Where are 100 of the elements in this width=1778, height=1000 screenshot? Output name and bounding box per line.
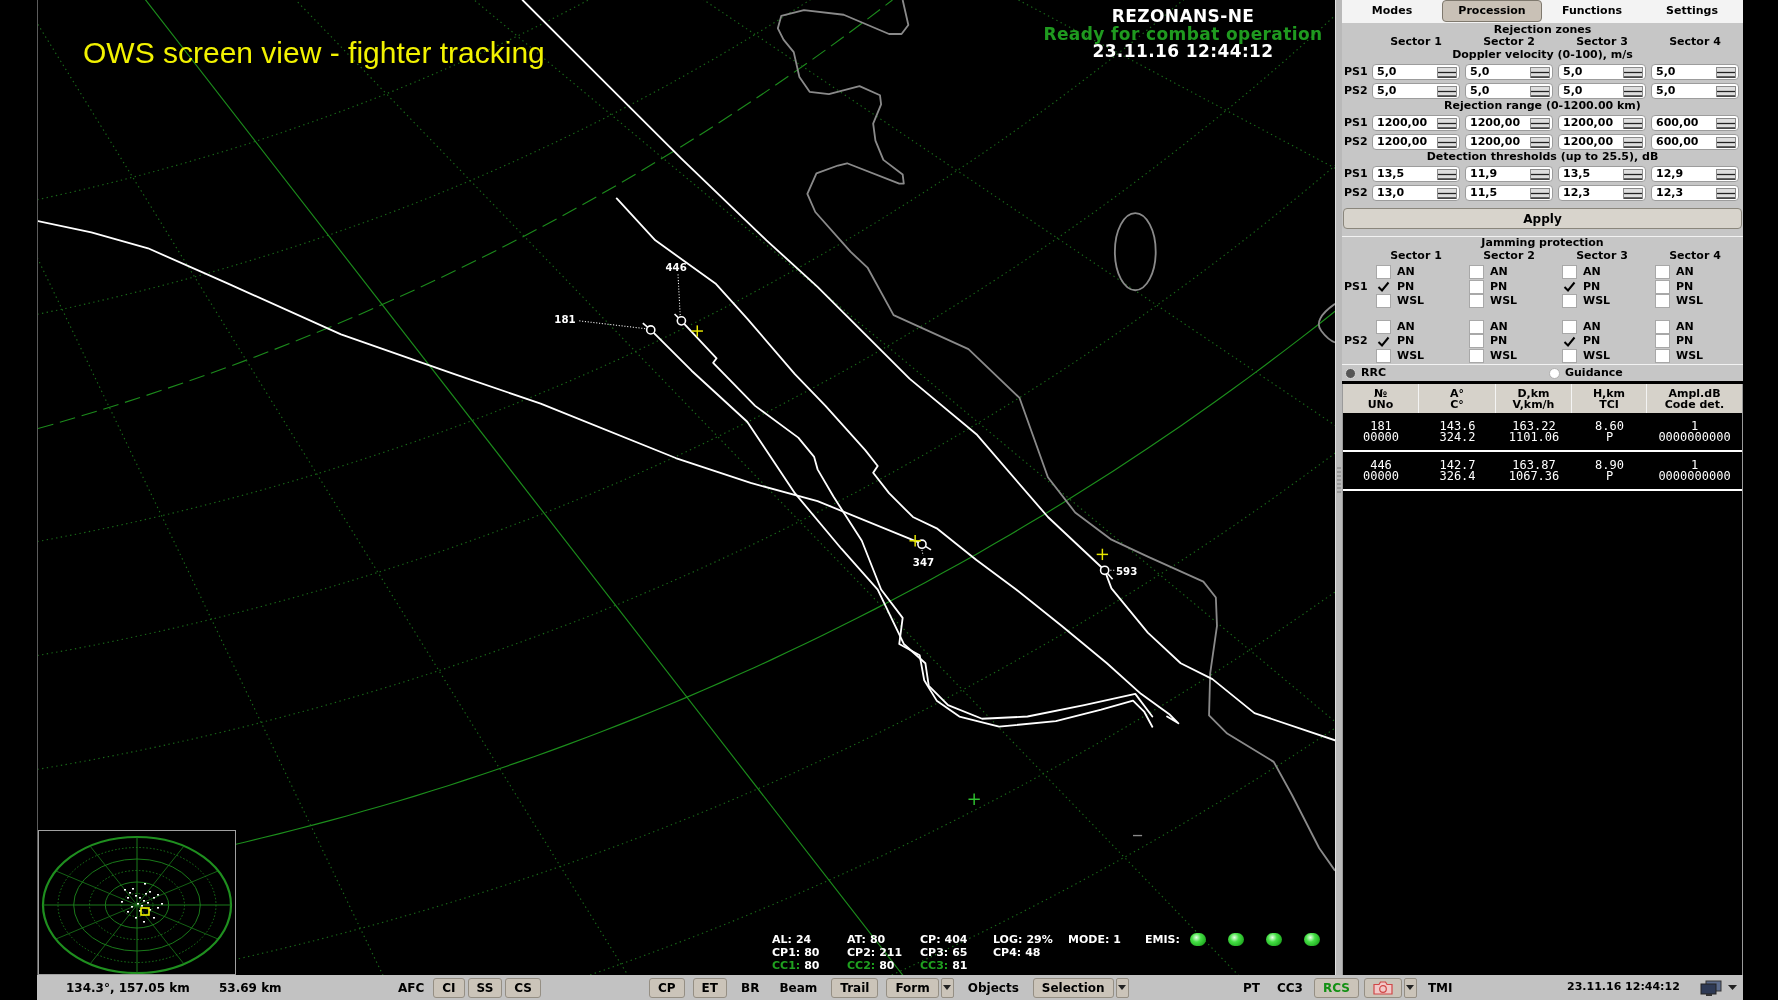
checkbox-icon[interactable]	[1469, 265, 1484, 280]
number-field[interactable]: 5,0	[1651, 64, 1739, 80]
checkbox-icon[interactable]	[1562, 319, 1577, 334]
number-field[interactable]: 1200,00	[1465, 134, 1553, 150]
checkbox-option[interactable]: PN	[1372, 334, 1460, 349]
checkbox-icon[interactable]	[1469, 348, 1484, 363]
number-field[interactable]: 1200,00	[1465, 115, 1553, 131]
spinner-icon[interactable]	[1437, 117, 1457, 129]
checkbox-option[interactable]: WSL	[1558, 348, 1646, 363]
number-field[interactable]: 1200,00	[1558, 134, 1646, 150]
checkbox-icon[interactable]	[1376, 334, 1391, 349]
checkbox-option[interactable]: WSL	[1465, 348, 1553, 363]
checkbox-option[interactable]: WSL	[1651, 294, 1739, 309]
checkbox-option[interactable]: AN	[1651, 265, 1739, 280]
toolbar-button[interactable]: Trail	[831, 977, 879, 998]
number-field[interactable]: 12,3	[1558, 185, 1646, 201]
spinner-icon[interactable]	[1530, 136, 1550, 148]
number-field[interactable]: 13,0	[1372, 185, 1460, 201]
spinner-icon[interactable]	[1716, 168, 1736, 180]
number-field[interactable]: 12,3	[1651, 185, 1739, 201]
toolbar-button[interactable]: SS	[467, 977, 503, 998]
spinner-icon[interactable]	[1716, 66, 1736, 78]
number-field[interactable]: 5,0	[1465, 64, 1553, 80]
radio-icon[interactable]	[1549, 367, 1560, 379]
dropdown-button[interactable]	[940, 977, 954, 998]
target-marker-icon[interactable]	[1099, 565, 1114, 581]
checkbox-icon[interactable]	[1562, 265, 1577, 280]
minimap-scope-drawing[interactable]	[38, 830, 236, 975]
checkbox-option[interactable]: WSL	[1372, 294, 1460, 309]
spinner-icon[interactable]	[1437, 168, 1457, 180]
checkbox-icon[interactable]	[1562, 294, 1577, 309]
checkbox-option[interactable]: PN	[1465, 334, 1553, 349]
number-field[interactable]: 1200,00	[1372, 115, 1460, 131]
checkbox-icon[interactable]	[1655, 279, 1670, 294]
tab[interactable]: Functions	[1542, 0, 1642, 22]
checkbox-option[interactable]: AN	[1465, 265, 1553, 280]
toolbar-button[interactable]: CI	[433, 977, 465, 998]
toolbar-button[interactable]: ET	[692, 977, 727, 998]
checkbox-icon[interactable]	[1376, 279, 1391, 294]
spinner-icon[interactable]	[1530, 117, 1550, 129]
checkbox-option[interactable]: WSL	[1372, 348, 1460, 363]
spinner-icon[interactable]	[1437, 187, 1457, 199]
menu-button[interactable]: Selection	[1032, 977, 1114, 998]
dropdown-button[interactable]	[1403, 977, 1417, 998]
radio-option[interactable]: RRC	[1342, 364, 1549, 382]
checkbox-option[interactable]: WSL	[1558, 294, 1646, 309]
checkbox-option[interactable]: AN	[1558, 319, 1646, 334]
checkbox-option[interactable]: AN	[1372, 265, 1460, 280]
target-marker-icon[interactable]	[642, 322, 656, 335]
apply-button[interactable]: Apply	[1343, 208, 1742, 229]
checkbox-icon[interactable]	[1655, 334, 1670, 349]
spinner-icon[interactable]	[1716, 187, 1736, 199]
checkbox-icon[interactable]	[1655, 319, 1670, 334]
spinner-icon[interactable]	[1530, 187, 1550, 199]
number-field[interactable]: 11,5	[1465, 185, 1553, 201]
spinner-icon[interactable]	[1716, 136, 1736, 148]
menu-button[interactable]: Form	[886, 977, 939, 998]
checkbox-option[interactable]: AN	[1651, 319, 1739, 334]
checkbox-icon[interactable]	[1376, 265, 1391, 280]
number-field[interactable]: 5,0	[1651, 83, 1739, 99]
checkbox-option[interactable]: PN	[1558, 279, 1646, 294]
toolbar-button[interactable]: CP	[649, 977, 685, 998]
spinner-icon[interactable]	[1623, 117, 1643, 129]
tab[interactable]: Procession	[1442, 0, 1542, 22]
spinner-icon[interactable]	[1437, 136, 1457, 148]
spinner-icon[interactable]	[1437, 66, 1457, 78]
checkbox-icon[interactable]	[1376, 294, 1391, 309]
number-field[interactable]: 13,5	[1558, 166, 1646, 182]
number-field[interactable]: 5,0	[1372, 64, 1460, 80]
checkbox-icon[interactable]	[1655, 265, 1670, 280]
checkbox-option[interactable]: PN	[1651, 279, 1739, 294]
number-field[interactable]: 1200,00	[1558, 115, 1646, 131]
caret-icon[interactable]	[1728, 985, 1737, 990]
checkbox-icon[interactable]	[1469, 294, 1484, 309]
checkbox-icon[interactable]	[1562, 334, 1577, 349]
checkbox-icon[interactable]	[1655, 294, 1670, 309]
checkbox-icon[interactable]	[1655, 348, 1670, 363]
number-field[interactable]: 11,9	[1465, 166, 1553, 182]
checkbox-icon[interactable]	[1469, 319, 1484, 334]
checkbox-icon[interactable]	[1376, 348, 1391, 363]
checkbox-icon[interactable]	[1376, 319, 1391, 334]
grip-handle-icon[interactable]	[1337, 466, 1341, 496]
number-field[interactable]: 1200,00	[1372, 134, 1460, 150]
toolbar-button[interactable]: CS	[505, 977, 541, 998]
checkbox-option[interactable]: WSL	[1651, 348, 1739, 363]
checkbox-icon[interactable]	[1469, 334, 1484, 349]
tab[interactable]: Modes	[1342, 0, 1442, 22]
checkbox-option[interactable]: AN	[1558, 265, 1646, 280]
number-field[interactable]: 600,00	[1651, 134, 1739, 150]
tab[interactable]: Settings	[1642, 0, 1742, 22]
spinner-icon[interactable]	[1623, 168, 1643, 180]
target-marker-icon[interactable]	[673, 313, 687, 326]
checkbox-option[interactable]: AN	[1465, 319, 1553, 334]
number-field[interactable]: 13,5	[1372, 166, 1460, 182]
checkbox-icon[interactable]	[1562, 279, 1577, 294]
number-field[interactable]: 600,00	[1651, 115, 1739, 131]
spinner-icon[interactable]	[1623, 136, 1643, 148]
number-field[interactable]: 5,0	[1372, 83, 1460, 99]
spinner-icon[interactable]	[1437, 85, 1457, 97]
checkbox-option[interactable]: AN	[1372, 319, 1460, 334]
